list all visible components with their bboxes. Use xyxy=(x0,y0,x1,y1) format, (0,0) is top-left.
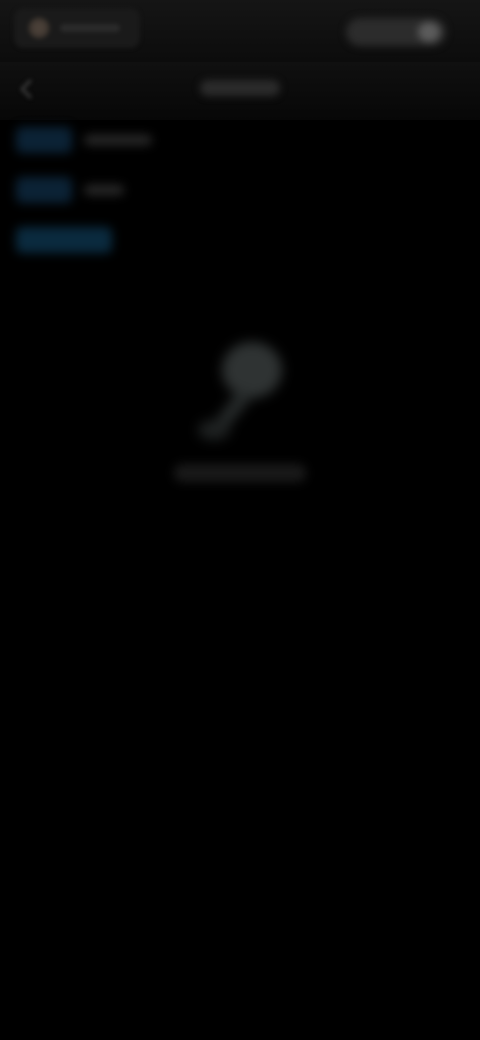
account-chip[interactable] xyxy=(14,8,140,48)
list-item[interactable] xyxy=(16,124,166,156)
list-item-label xyxy=(84,135,152,145)
list-item-badge xyxy=(16,227,112,253)
quick-list xyxy=(16,124,166,274)
empty-state-message xyxy=(174,464,306,482)
list-item-label xyxy=(84,185,124,195)
page-title xyxy=(200,80,280,96)
action-pill-button[interactable] xyxy=(346,18,446,46)
list-item-badge xyxy=(16,177,72,203)
list-item[interactable] xyxy=(16,224,166,256)
list-item-badge xyxy=(16,127,72,153)
action-icon xyxy=(418,22,440,42)
list-item[interactable] xyxy=(16,174,166,206)
broom-icon xyxy=(180,318,300,458)
avatar xyxy=(28,17,50,39)
account-label xyxy=(60,24,120,32)
top-bar xyxy=(0,0,480,62)
nav-bar xyxy=(0,62,480,120)
empty-state xyxy=(0,318,480,518)
chevron-left-icon[interactable] xyxy=(14,76,40,102)
app-screen xyxy=(0,0,480,1040)
